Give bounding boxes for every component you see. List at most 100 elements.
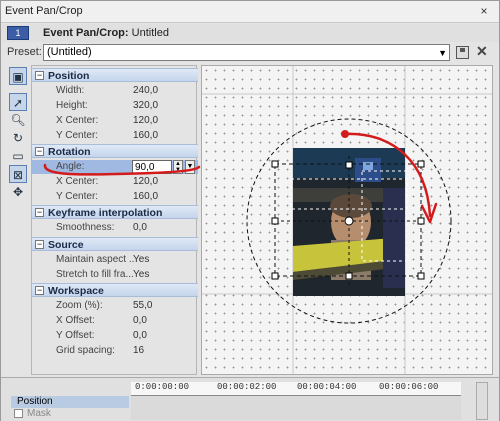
property-value[interactable]: 160,0 (133, 129, 158, 143)
pan-crop-window: Event Pan/Crop × 1 Event Pan/Crop: Untit… (0, 0, 500, 421)
preset-row: Preset: (Untitled) ▼ ✕ (1, 43, 499, 63)
keyframe-group-header[interactable]: − Keyframe interpolation (32, 205, 198, 219)
keyframe-area[interactable] (131, 396, 461, 420)
lock-aspect-icon[interactable]: ⊠ (9, 165, 27, 183)
property-label: Stretch to fill fra... (56, 269, 134, 280)
zoom-icon[interactable]: 🔍︎ (9, 111, 27, 129)
enable-rotation-icon[interactable]: ↻ (9, 129, 27, 147)
collapse-icon[interactable]: − (35, 71, 44, 80)
time-tick: 0:00:00:00 (135, 382, 190, 392)
move-cross-icon[interactable]: ✥ (9, 183, 27, 201)
event-name: Untitled (131, 27, 169, 39)
track-mask[interactable]: Mask (11, 408, 129, 420)
collapse-icon[interactable]: − (35, 240, 44, 249)
resize-handle[interactable] (271, 272, 279, 280)
pan-crop-canvas[interactable] (201, 65, 493, 375)
tool-strip: ▣ ➚ 🔍︎ ↻ ▭ ⊠ ✥ (7, 65, 31, 375)
property-label: Grid spacing: (56, 345, 115, 356)
property-value[interactable]: Yes (133, 268, 149, 282)
time-tick: 00:00:04:00 (297, 382, 357, 392)
crop-inner-box (361, 170, 407, 262)
window-title: Event Pan/Crop (5, 5, 83, 17)
event-number-badge: 1 (7, 26, 29, 40)
timeline-tracks: Position Mask (11, 380, 129, 420)
property-row: Stretch to fill fra... Yes (32, 268, 198, 282)
property-row: Height: 320,0 (32, 99, 198, 113)
property-label: X Offset: (56, 315, 95, 326)
timeline-ruler[interactable]: 0:00:00:00 00:00:02:00 00:00:04:00 00:00… (131, 382, 461, 396)
time-tick: 00:00:02:00 (217, 382, 277, 392)
workspace-group-header[interactable]: − Workspace (32, 283, 198, 297)
resize-handle[interactable] (417, 272, 425, 280)
property-label: Smoothness: (56, 222, 115, 233)
move-freely-icon[interactable]: ▭ (9, 147, 27, 165)
center-point-handle[interactable] (344, 216, 354, 226)
property-row: Zoom (%): 55,0 (32, 299, 198, 313)
property-value[interactable]: 160,0 (133, 190, 158, 204)
property-value[interactable]: 55,0 (133, 299, 152, 313)
property-label: Width: (56, 85, 85, 96)
property-row: Y Center: 160,0 (32, 129, 198, 143)
save-preset-icon[interactable] (456, 46, 469, 59)
mask-label: Mask (27, 408, 51, 419)
resize-handle[interactable] (417, 160, 425, 168)
property-value[interactable]: 0,0 (133, 329, 147, 343)
event-label: Event Pan/Crop: (43, 27, 129, 39)
property-row: X Center: 120,0 (32, 114, 198, 128)
event-title: Event Pan/Crop: Untitled (43, 27, 169, 39)
property-label: Y Offset: (56, 330, 95, 341)
collapse-icon[interactable]: − (35, 208, 44, 217)
delete-preset-icon[interactable]: ✕ (476, 43, 488, 60)
track-position[interactable]: Position (11, 396, 129, 408)
time-tick: 00:00:06:00 (379, 382, 439, 392)
property-value[interactable]: 16 (133, 344, 144, 358)
property-row: Smoothness: 0,0 (32, 221, 198, 235)
close-icon[interactable]: × (477, 4, 491, 18)
preset-dropdown[interactable]: (Untitled) ▼ (43, 44, 450, 61)
group-label: Position (48, 70, 90, 82)
property-row: Y Center: 160,0 (32, 190, 198, 204)
resize-handle[interactable] (417, 217, 425, 225)
timeline-scrollbar[interactable] (476, 382, 488, 420)
annotation-arrow-start (341, 130, 349, 138)
window-titlebar: Event Pan/Crop × (1, 1, 499, 23)
property-row: Y Offset: 0,0 (32, 329, 198, 343)
resize-handle[interactable] (271, 217, 279, 225)
arrow-select-icon[interactable]: ➚ (9, 93, 27, 111)
group-label: Workspace (48, 285, 104, 297)
property-value[interactable]: 0,0 (133, 314, 147, 328)
property-label: Y Center: (56, 191, 99, 202)
property-value[interactable]: 120,0 (133, 114, 158, 128)
group-label: Keyframe interpolation (48, 207, 163, 219)
property-label: Maintain aspect ... (56, 254, 134, 265)
property-label: X Center: (56, 115, 99, 126)
preset-value: (Untitled) (47, 46, 92, 58)
normal-edit-tool-icon[interactable]: ▣ (9, 67, 27, 85)
annotation-underline (43, 163, 201, 176)
property-row: X Offset: 0,0 (32, 314, 198, 328)
annotation-stroke (43, 163, 201, 176)
chevron-down-icon[interactable]: ▼ (438, 46, 447, 61)
position-group-header[interactable]: − Position (32, 68, 198, 82)
property-row: Maintain aspect ... Yes (32, 253, 198, 267)
resize-handle[interactable] (271, 160, 279, 168)
source-group-header[interactable]: − Source (32, 237, 198, 251)
property-label: Y Center: (56, 130, 99, 141)
property-row: Grid spacing: 16 (32, 344, 198, 358)
property-value[interactable]: 240,0 (133, 84, 158, 98)
preset-label: Preset: (7, 46, 42, 58)
property-value[interactable]: 320,0 (133, 99, 158, 113)
group-label: Source (48, 239, 84, 251)
property-value[interactable]: Yes (133, 253, 149, 267)
property-value[interactable]: 0,0 (133, 221, 147, 235)
collapse-icon[interactable]: − (35, 286, 44, 295)
selection-overlay[interactable] (202, 66, 493, 375)
resize-handle[interactable] (345, 272, 353, 280)
properties-panel: − Position Width: 240,0 Height: 320,0 X Ce… (31, 65, 198, 375)
mask-checkbox[interactable] (14, 409, 23, 418)
keyframe-timeline: Position Mask 0:00:00:00 00:00:02:00 00:… (1, 377, 499, 421)
property-label: Height: (56, 100, 88, 111)
resize-handle[interactable] (345, 161, 353, 169)
event-header: 1 Event Pan/Crop: Untitled (1, 24, 499, 42)
property-row: Width: 240,0 (32, 84, 198, 98)
